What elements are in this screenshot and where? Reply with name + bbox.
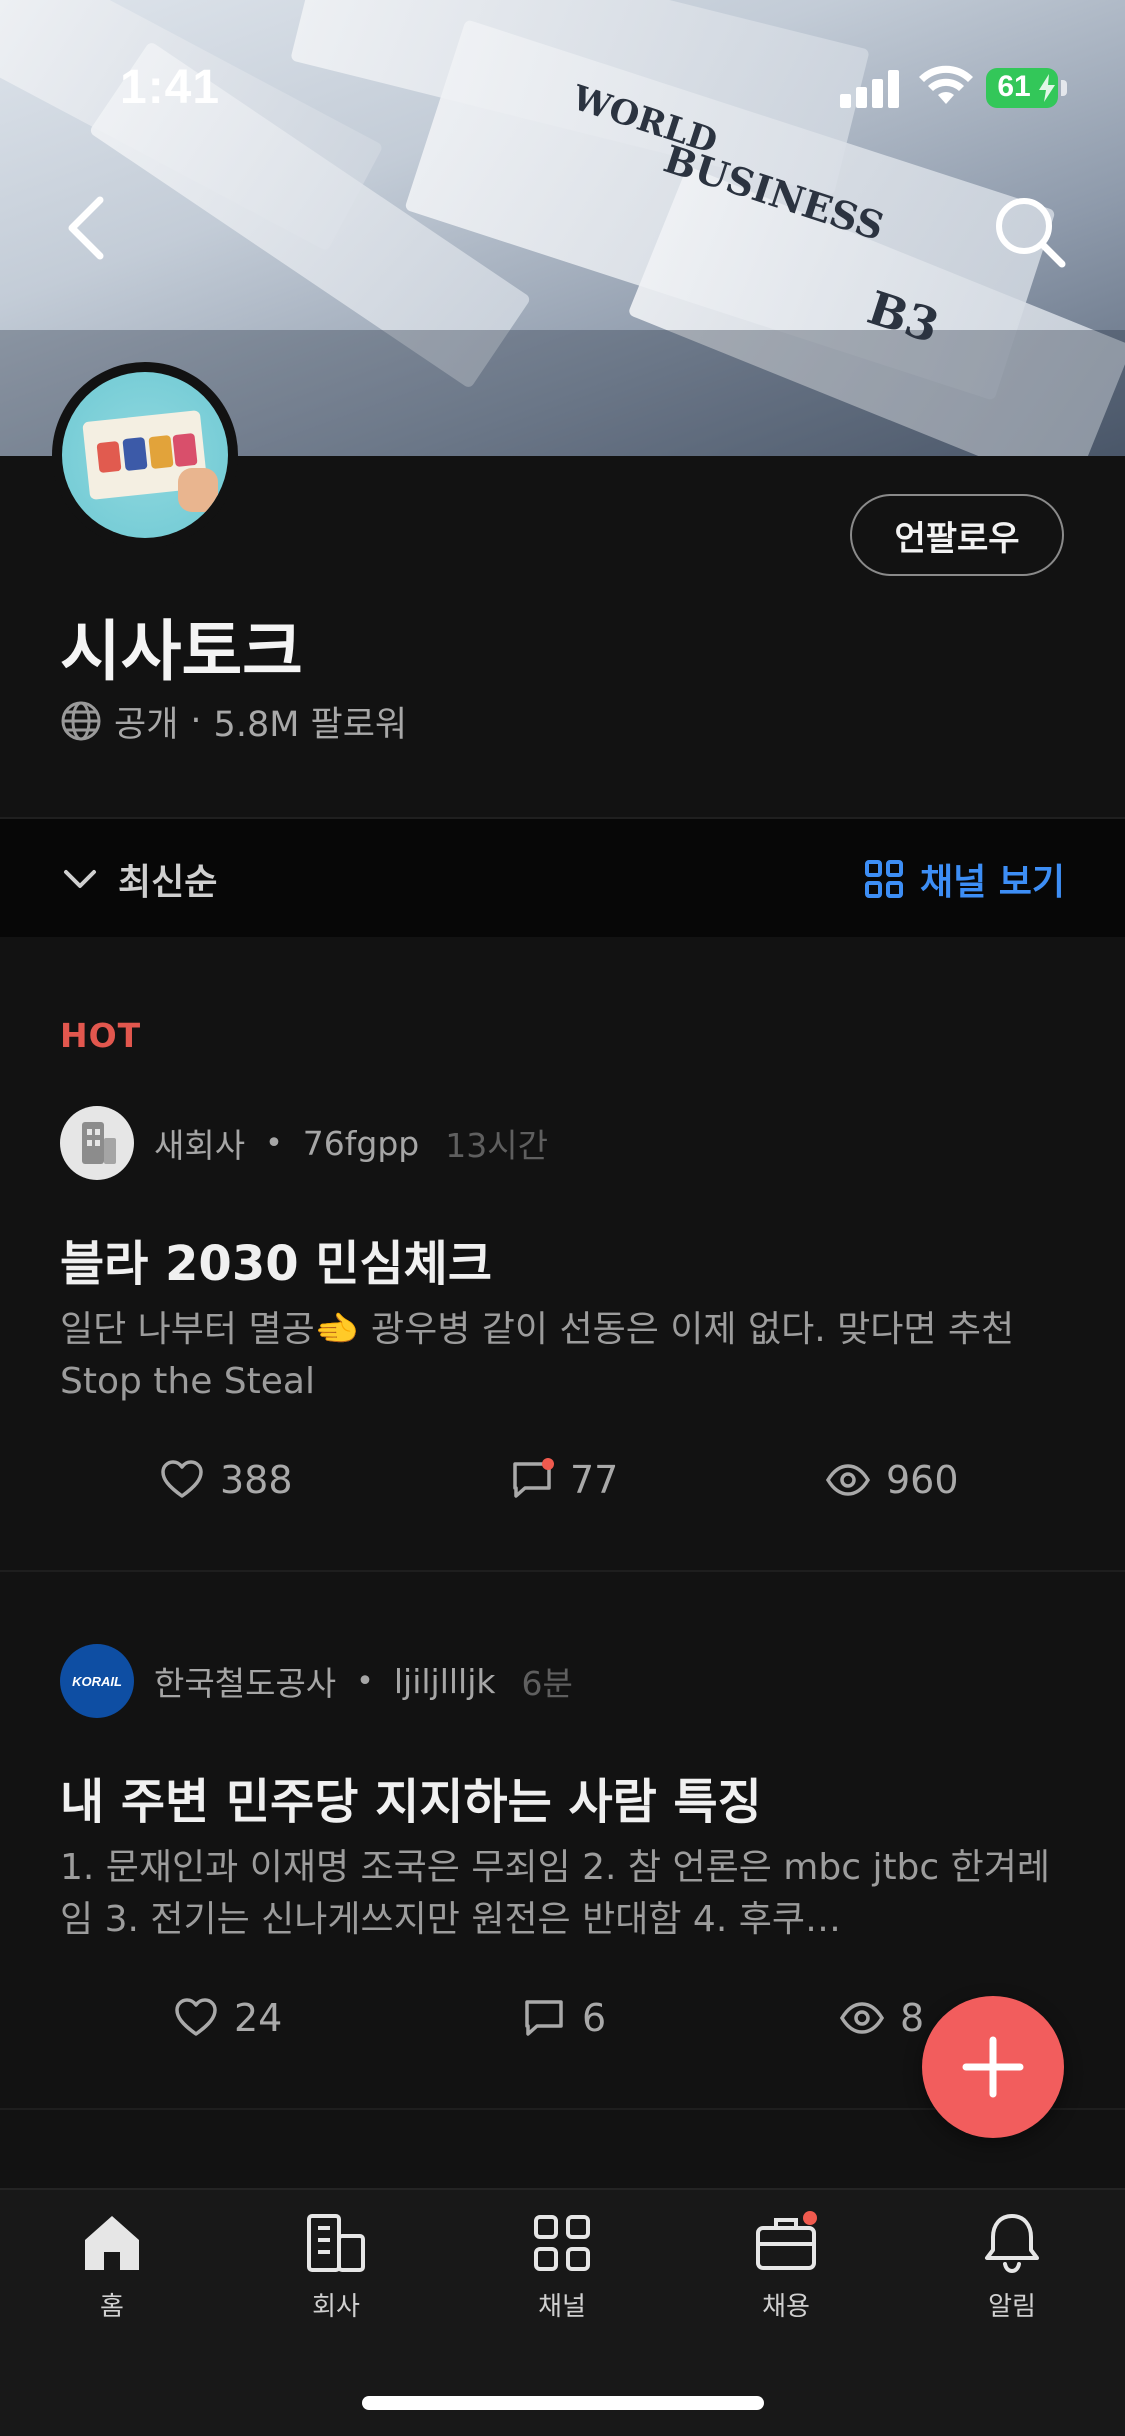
comment-button[interactable]: 6	[522, 1988, 606, 2048]
like-count: 388	[220, 1458, 293, 1502]
post-company[interactable]: 한국철도공사	[154, 1657, 336, 1705]
follower-count: 5.8M 팔로워	[213, 704, 408, 745]
comment-icon	[525, 2000, 563, 2036]
channel-title: 시사토크	[60, 613, 303, 690]
company-icon	[307, 2214, 365, 2272]
battery-level: 61	[997, 70, 1031, 103]
view-count: 8	[900, 1996, 925, 2040]
bell-icon	[985, 2214, 1039, 2274]
meta-separator: ·	[190, 701, 202, 741]
post-excerpt: 일단 나부터 멸공🫲 광우병 같이 선동은 이제 없다. 맞다면 추천 Stop…	[60, 1309, 1015, 1402]
company-avatar: KORAIL	[60, 1644, 134, 1718]
post-header: KORAIL 한국철도공사 • ljiljllljk 6분	[60, 1644, 573, 1718]
post-company[interactable]: 새회사	[154, 1119, 245, 1167]
tab-label: 회사	[312, 2292, 360, 2322]
view-count: 960	[886, 1458, 959, 1502]
like-button[interactable]: 388	[160, 1450, 293, 1510]
channel-meta: 공개 · 5.8M 팔로워	[60, 696, 407, 746]
post-card[interactable]: 새회사 • 76fgpp 13시간 블라 2030 민심체크 일단 나부터 멸공…	[0, 1106, 1125, 1566]
charging-bolt-icon	[1039, 74, 1055, 102]
tab-label: 알림	[988, 2292, 1036, 2322]
tab-channel[interactable]: 채널	[482, 2210, 642, 2340]
plus-icon	[962, 2036, 1024, 2098]
comment-button[interactable]: 77	[510, 1450, 618, 1510]
post-author: ljiljllljk	[393, 1661, 496, 1701]
back-button[interactable]	[60, 188, 116, 268]
channel-view-button[interactable]: 채널 보기	[864, 851, 1065, 907]
status-time: 1:41	[120, 61, 221, 114]
post-title[interactable]: 블라 2030 민심체크	[60, 1224, 492, 1294]
post-separator: •	[265, 1125, 283, 1161]
new-post-button[interactable]	[922, 1996, 1064, 2138]
comment-count: 6	[582, 1996, 607, 2040]
post-time: 13시간	[445, 1126, 548, 1165]
battery-cap	[1061, 80, 1067, 96]
grid-icon	[534, 2215, 590, 2271]
tab-jobs[interactable]: 채용	[706, 2210, 866, 2340]
home-indicator	[362, 2396, 764, 2410]
eye-icon	[826, 1464, 870, 1496]
channel-avatar	[62, 372, 228, 538]
like-count: 24	[234, 1996, 283, 2040]
heart-icon	[175, 1998, 217, 2036]
battery-icon: 61	[986, 68, 1058, 108]
chevron-down-icon	[64, 870, 96, 888]
heart-icon	[161, 1460, 203, 1498]
post-header: 새회사 • 76fgpp 13시간	[60, 1106, 548, 1180]
view-count-stat: 960	[826, 1450, 959, 1510]
tab-home[interactable]: 홈	[32, 2210, 192, 2340]
eye-icon	[840, 2002, 884, 2034]
cellular-signal-icon	[840, 70, 900, 108]
company-avatar	[60, 1106, 134, 1180]
visibility-label: 공개	[114, 704, 179, 745]
post-time: 6분	[521, 1664, 573, 1703]
sort-dropdown[interactable]: 최신순	[60, 851, 217, 907]
comment-icon	[513, 1458, 554, 1498]
search-icon	[996, 198, 1066, 268]
tab-notifications[interactable]: 알림	[932, 2210, 1092, 2340]
view-count-stat: 8	[840, 1988, 924, 2048]
sort-label: 최신순	[118, 862, 218, 903]
post-excerpt: 1. 문재인과 이재명 조국은 무죄임 2. 참 언론은 mbc jtbc 한겨…	[60, 1847, 1051, 1940]
tab-label: 채널	[538, 2292, 586, 2322]
korail-logo: KORAIL	[72, 1673, 122, 1689]
channel-view-label: 채널 보기	[919, 862, 1065, 903]
grid-icon	[864, 860, 903, 898]
unfollow-button[interactable]: 언팔로우	[850, 494, 1064, 576]
globe-icon	[61, 701, 101, 741]
tab-label: 채용	[762, 2292, 810, 2322]
post-author: 76fgpp	[302, 1123, 420, 1163]
wifi-icon	[919, 65, 973, 104]
sort-bar: 최신순 채널 보기	[0, 817, 1125, 937]
briefcase-icon	[756, 2211, 817, 2270]
post-title[interactable]: 내 주변 민주당 지지하는 사람 특징	[60, 1762, 762, 1832]
like-button[interactable]: 24	[174, 1988, 282, 2048]
tab-label: 홈	[100, 2292, 124, 2322]
hot-label: HOT	[60, 1016, 142, 1055]
comment-count: 77	[570, 1458, 619, 1502]
home-icon	[85, 2216, 139, 2270]
chevron-left-icon	[68, 196, 104, 260]
post-separator: •	[356, 1663, 374, 1699]
building-icon	[82, 1122, 116, 1164]
search-button[interactable]	[990, 192, 1070, 272]
tab-company[interactable]: 회사	[256, 2210, 416, 2340]
post-divider	[0, 1570, 1125, 1572]
